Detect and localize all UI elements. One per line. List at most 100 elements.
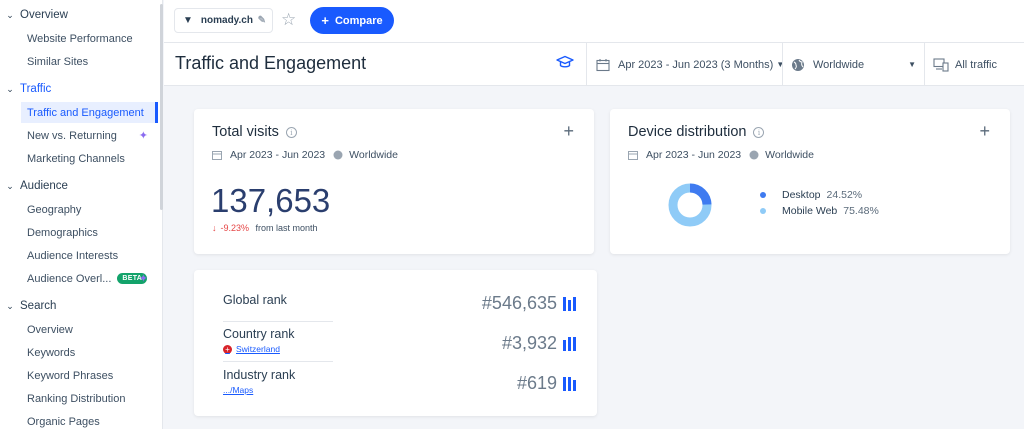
card-title-text: Device distribution — [628, 124, 747, 140]
sidebar-item-label: Audience Overl... — [27, 272, 112, 285]
site-favicon-icon: ▼ — [183, 15, 193, 26]
region-dropdown[interactable]: Worldwide ▼ — [791, 43, 916, 86]
sidebar-item-label: New vs. Returning — [27, 129, 117, 142]
sidebar-section-audience[interactable]: ⌄ Audience — [0, 175, 160, 197]
sidebar-item-audience-interests[interactable]: Audience Interests — [21, 245, 158, 266]
sidebar-item-label: Organic Pages — [27, 415, 100, 428]
divider — [223, 321, 333, 322]
visits-change: ↓ -9.23% from last month — [212, 223, 318, 233]
info-icon[interactable]: i — [285, 126, 297, 138]
sidebar-section-overview[interactable]: ⌄ Overview — [0, 4, 160, 26]
sidebar-item-ranking-distribution[interactable]: Ranking Distribution — [21, 388, 158, 409]
calendar-icon — [596, 58, 610, 71]
sidebar-item-organic-pages[interactable]: Organic Pages — [21, 411, 158, 429]
country-rank-row: Country rank + Switzerland #3,932 — [223, 327, 576, 354]
industry-rank-value: #619 — [517, 373, 576, 394]
calendar-icon — [628, 151, 638, 160]
card-region: Worldwide — [349, 149, 398, 161]
divider — [782, 43, 783, 86]
divider — [223, 361, 333, 362]
compare-button[interactable]: + Compare — [310, 7, 394, 34]
change-suffix: from last month — [255, 223, 318, 233]
country-name: Switzerland — [236, 344, 280, 354]
region-label: Worldwide — [813, 58, 865, 71]
total-visits-value: 137,653 — [211, 182, 331, 219]
sidebar-section-search[interactable]: ⌄ Search — [0, 295, 160, 317]
sidebar-item-label: Ranking Distribution — [27, 392, 126, 405]
ranks-card: Global rank #546,635 Country rank + Switz… — [194, 270, 597, 416]
chevron-down-icon: ⌄ — [6, 300, 14, 311]
star-icon[interactable]: ☆ — [281, 10, 296, 30]
device-donut-chart — [668, 183, 712, 227]
edit-pencil-icon[interactable]: ✎ — [258, 15, 266, 26]
sidebar-item-label: Keywords — [27, 346, 76, 359]
sidebar-scrollbar[interactable] — [160, 4, 163, 210]
sidebar-section-traffic[interactable]: ⌄ Traffic — [0, 78, 160, 100]
graduation-cap-icon[interactable] — [556, 55, 574, 71]
country-rank-value: #3,932 — [502, 333, 576, 354]
page-header: Traffic and Engagement Apr 2023 - Jun 20… — [164, 43, 1024, 86]
sparkle-icon: ✦ — [138, 130, 148, 142]
sidebar-item-label: Marketing Channels — [27, 152, 125, 165]
legend-pct: 75.48% — [843, 205, 879, 217]
sidebar-item-label: Geography — [27, 203, 82, 216]
globe-icon — [749, 150, 759, 160]
domain-chip[interactable]: ▼ nomady.ch ✎ — [174, 8, 273, 33]
sidebar-section-label: Audience — [20, 180, 68, 192]
sidebar-item-keyword-phrases[interactable]: Keyword Phrases — [21, 365, 158, 386]
sidebar-item-geography[interactable]: Geography — [21, 199, 158, 220]
sidebar-section-label: Overview — [20, 9, 68, 21]
legend-label: Mobile Web — [782, 205, 838, 217]
caret-down-icon: ▼ — [908, 60, 916, 69]
legend-desktop: Desktop 24.52% — [760, 189, 862, 201]
card-title: Device distribution i — [628, 124, 765, 140]
top-bar: ▼ nomady.ch ✎ ☆ + Compare — [164, 0, 1024, 43]
sidebar-item-traffic-and-engagement[interactable]: Traffic and Engagement — [21, 102, 158, 123]
legend-label: Desktop — [782, 189, 821, 201]
card-meta: Apr 2023 - Jun 2023 Worldwide — [212, 149, 398, 161]
sidebar-item-keywords[interactable]: Keywords — [21, 342, 158, 363]
sidebar-item-search-overview[interactable]: Overview — [21, 319, 158, 340]
compare-label: Compare — [334, 14, 383, 27]
total-visits-card: Total visits i + Apr 2023 - Jun 2023 Wor… — [194, 109, 594, 254]
legend-pct: 24.52% — [826, 189, 863, 201]
date-range-label: Apr 2023 - Jun 2023 (3 Months) — [618, 58, 774, 71]
rank-value: #619 — [516, 373, 557, 393]
sidebar-item-demographics[interactable]: Demographics — [21, 222, 158, 243]
card-date: Apr 2023 - Jun 2023 — [230, 149, 326, 161]
add-plus-icon[interactable]: + — [979, 121, 990, 142]
card-meta: Apr 2023 - Jun 2023 Worldwide — [628, 149, 814, 161]
sidebar-item-label: Demographics — [27, 226, 98, 239]
rank-value: #3,932 — [501, 333, 557, 353]
sidebar-item-label: Audience Interests — [27, 249, 119, 262]
sidebar: ⌄ Overview Website Performance Similar Si… — [0, 0, 163, 429]
bar-chart-icon — [561, 296, 576, 311]
globe-icon — [333, 150, 343, 160]
sidebar-section-label: Traffic — [20, 83, 52, 95]
global-rank-row: Global rank #546,635 — [223, 293, 576, 313]
swiss-flag-icon: + — [223, 344, 232, 354]
sidebar-item-similar-sites[interactable]: Similar Sites — [21, 51, 158, 72]
info-icon[interactable]: i — [753, 126, 765, 138]
date-range-dropdown[interactable]: Apr 2023 - Jun 2023 (3 Months) ▼ — [596, 43, 784, 86]
rank-value: #546,635 — [481, 293, 557, 313]
divider — [924, 43, 925, 86]
card-region: Worldwide — [765, 149, 814, 161]
sidebar-item-audience-overlap[interactable]: Audience Overl... BETA ✦ — [21, 268, 158, 289]
globe-icon — [792, 58, 804, 71]
traffic-type-dropdown[interactable]: All traffic — [933, 43, 997, 86]
card-title-text: Total visits — [212, 124, 279, 140]
page-title: Traffic and Engagement — [175, 53, 367, 73]
sidebar-item-marketing-channels[interactable]: Marketing Channels — [21, 148, 158, 169]
plus-icon: + — [321, 13, 329, 28]
legend-mobile: Mobile Web 75.48% — [760, 205, 879, 217]
legend-dot — [760, 192, 766, 198]
caret-down-icon: ▼ — [776, 60, 785, 69]
sidebar-item-new-vs-returning[interactable]: New vs. Returning ✦ — [21, 125, 158, 146]
sidebar-item-label: Similar Sites — [27, 55, 89, 68]
change-percent: -9.23% — [220, 223, 250, 233]
sidebar-item-label: Traffic and Engagement — [27, 106, 144, 119]
arrow-down-icon: ↓ — [212, 223, 217, 233]
sidebar-item-website-performance[interactable]: Website Performance — [21, 28, 158, 49]
add-plus-icon[interactable]: + — [563, 121, 574, 142]
